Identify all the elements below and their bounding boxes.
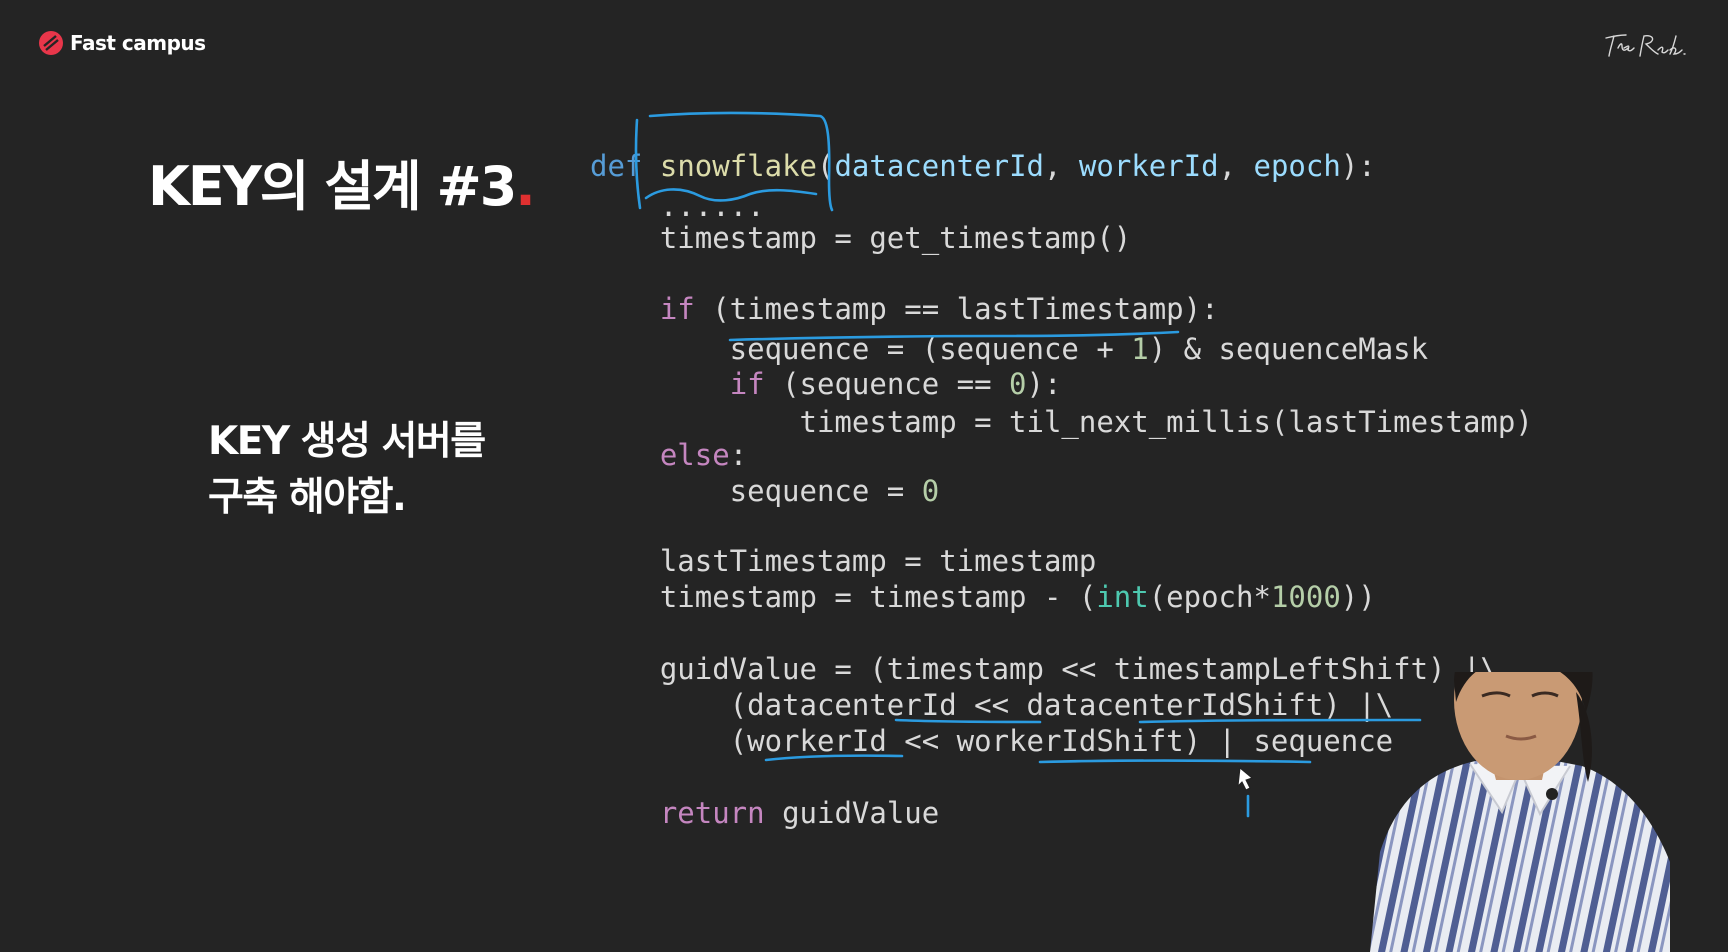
lecture-slide: Fast campus KEY의 설계 #3. KEY 생성 서버를 구축 해야… bbox=[0, 0, 1728, 952]
code-line: sequence = (sequence + 1) & sequenceMask bbox=[590, 332, 1429, 366]
code-line: guidValue = (timestamp << timestampLeftS… bbox=[590, 652, 1498, 686]
subtitle-line-2: 구축 해야함. bbox=[208, 475, 407, 520]
fastcampus-logo-icon bbox=[39, 31, 63, 55]
code-line: lastTimestamp = timestamp bbox=[590, 544, 1097, 578]
presenter-video bbox=[1370, 672, 1670, 952]
code-line: def snowflake(datacenterId, workerId, ep… bbox=[590, 149, 1376, 183]
code-line: (datacenterId << datacenterIdShift) |\ bbox=[590, 688, 1394, 722]
brand-name: Fast campus bbox=[70, 31, 206, 55]
brand-logo: Fast campus bbox=[38, 30, 206, 56]
code-line: timestamp = timestamp - (int(epoch*1000)… bbox=[590, 580, 1376, 614]
code-line: (workerId << workerIdShift) | sequence bbox=[590, 724, 1394, 758]
slide-title-text: KEY의 설계 #3 bbox=[148, 155, 517, 218]
slide-title: KEY의 설계 #3. bbox=[148, 142, 536, 221]
cursor-pointer-icon bbox=[1237, 767, 1254, 791]
code-line: sequence = 0 bbox=[590, 474, 940, 508]
code-line: if (timestamp == lastTimestamp): bbox=[659, 292, 1219, 326]
code-line: else: bbox=[659, 438, 748, 472]
code-line: timestamp = get_timestamp() bbox=[590, 221, 1132, 255]
slide-subtitle: KEY 생성 서버를 구축 해야함. bbox=[208, 414, 486, 526]
signature-the-red bbox=[1605, 34, 1686, 57]
code-line: return guidValue bbox=[659, 796, 940, 830]
subtitle-line-1: KEY 생성 서버를 bbox=[208, 419, 486, 464]
code-line: if (sequence == 0): bbox=[729, 367, 1062, 401]
slide-title-dot: . bbox=[515, 155, 535, 218]
